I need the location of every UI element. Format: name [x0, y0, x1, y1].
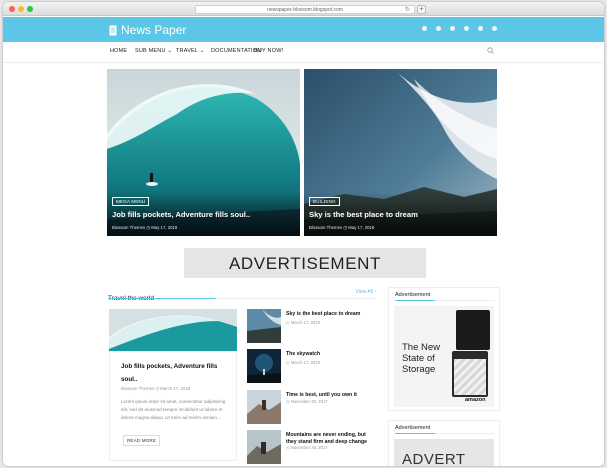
list-item[interactable]: Mountains are never ending, but they sta…: [247, 430, 382, 464]
hero-meta: Blossom Themes ◷ May 17, 2018: [112, 225, 178, 230]
featured-post-excerpt: Lorem ipsum dolor sit amet, consectetur …: [121, 399, 226, 420]
nav-item-sub-menu[interactable]: SUB MENU ⌄: [135, 48, 172, 54]
featured-post-card: Job fills pockets, Adventure fills soul.…: [109, 351, 237, 461]
search-icon[interactable]: [487, 47, 494, 54]
storage-ad-text: The New State of Storage: [402, 342, 440, 375]
site-title: News Paper: [121, 23, 187, 37]
reload-icon[interactable]: ↻: [405, 6, 410, 14]
list-item-title[interactable]: Time is best, until you own it: [286, 392, 376, 399]
view-all-link[interactable]: View All ›: [356, 289, 376, 295]
chevron-down-icon: ⌄: [167, 48, 173, 54]
amazon-logo: amazon: [465, 397, 486, 403]
widget-underline: [395, 433, 435, 434]
twitter-icon[interactable]: [478, 26, 483, 31]
list-item-title[interactable]: The skywatch: [286, 351, 376, 358]
hero-post-2[interactable]: BUILDING Sky is the best place to dream …: [304, 69, 497, 236]
storage-ad-line-3: Storage: [402, 364, 436, 375]
pinterest-icon[interactable]: [436, 26, 441, 31]
browser-chrome: newspaper-blossom.blogspot.com ↻ +: [3, 2, 604, 16]
section-divider: [216, 298, 376, 299]
advertisement-image[interactable]: ADVERT: [394, 439, 494, 466]
featured-post-title[interactable]: Job fills pockets, Adventure fills soul.…: [121, 360, 229, 386]
main-navigation: HOME SUB MENU ⌄ TRAVEL ⌄ DOCUMENTATION B…: [3, 42, 604, 63]
list-item-meta: ◷ March 17, 2018: [286, 320, 320, 325]
instagram-icon[interactable]: [422, 26, 427, 31]
minimize-window-button[interactable]: [18, 6, 24, 12]
hero-post-1[interactable]: MEGA MENU Job fills pockets, Adventure f…: [107, 69, 300, 236]
drive-image-2: [452, 351, 488, 397]
nav-item-travel[interactable]: TRAVEL ⌄: [176, 48, 205, 54]
storage-ad-line-1: The New: [402, 342, 441, 353]
browser-window: newspaper-blossom.blogspot.com ↻ + News …: [3, 2, 604, 466]
section-header: Travel the world View All ›: [108, 287, 376, 305]
list-item[interactable]: The skywatch ◷ March 17, 2018: [247, 349, 382, 383]
social-links: [422, 26, 497, 31]
site-header: News Paper: [3, 17, 604, 42]
hero-title[interactable]: Job fills pockets, Adventure fills soul.…: [112, 210, 250, 219]
featured-post-meta: Blossom Themes ◷ March 17, 2018: [121, 386, 191, 391]
sidebar-ad-widget: Advertisement The New State of Storage a…: [388, 287, 500, 411]
youtube-icon[interactable]: [450, 26, 455, 31]
widget-underline: [395, 300, 435, 301]
list-item-title[interactable]: Sky is the best place to dream: [286, 311, 376, 318]
close-window-button[interactable]: [9, 6, 15, 12]
list-item-thumbnail[interactable]: [247, 349, 281, 383]
drive-image: [456, 310, 490, 350]
hero-meta: Blossom Themes ◷ May 17, 2018: [309, 225, 375, 230]
widget-title: Advertisement: [395, 425, 431, 431]
list-item-thumbnail[interactable]: [247, 430, 281, 464]
site-logo[interactable]: News Paper: [109, 23, 186, 37]
maximize-window-button[interactable]: [27, 6, 33, 12]
chevron-down-icon: ⌄: [199, 48, 205, 54]
new-tab-button[interactable]: +: [417, 5, 426, 14]
widget-divider: [435, 300, 495, 301]
advertisement-banner[interactable]: ADVERTISEMENT: [184, 248, 426, 278]
list-item-meta: ◷ November 30, 2017: [286, 399, 328, 404]
document-icon: [109, 25, 117, 35]
list-item-meta: ◷ November 30, 2017: [286, 445, 328, 450]
nav-item-travel-label: TRAVEL: [176, 48, 198, 54]
list-item[interactable]: Sky is the best place to dream ◷ March 1…: [247, 309, 382, 343]
google-plus-icon[interactable]: [464, 26, 469, 31]
facebook-icon[interactable]: [492, 26, 497, 31]
read-more-button[interactable]: READ MORE: [123, 435, 160, 446]
storage-ad-line-2: State of: [402, 353, 435, 364]
list-item[interactable]: Time is best, until you own it ◷ Novembe…: [247, 390, 382, 424]
address-bar[interactable]: newspaper-blossom.blogspot.com ↻: [195, 5, 415, 14]
widget-title: Advertisement: [395, 292, 431, 298]
category-badge[interactable]: MEGA MENU: [112, 197, 150, 206]
category-badge[interactable]: BUILDING: [309, 197, 340, 206]
storage-ad-image[interactable]: The New State of Storage amazon: [394, 306, 494, 407]
nav-item-home[interactable]: HOME: [110, 48, 127, 54]
hero-title[interactable]: Sky is the best place to dream: [309, 210, 418, 219]
sidebar-ad-widget-2: Advertisement ADVERT: [388, 420, 500, 466]
nav-item-sub-menu-label: SUB MENU: [135, 48, 166, 54]
list-item-meta: ◷ March 17, 2018: [286, 360, 320, 365]
list-item-title[interactable]: Mountains are never ending, but they sta…: [286, 432, 376, 445]
list-item-thumbnail[interactable]: [247, 390, 281, 424]
advertisement-text: ADVERT: [402, 451, 466, 466]
address-bar-url: newspaper-blossom.blogspot.com: [267, 7, 343, 13]
section-underline: [108, 298, 216, 299]
widget-divider: [435, 433, 495, 434]
nav-item-buy-now[interactable]: BUY NOW!: [254, 48, 283, 54]
list-item-thumbnail[interactable]: [247, 309, 281, 343]
